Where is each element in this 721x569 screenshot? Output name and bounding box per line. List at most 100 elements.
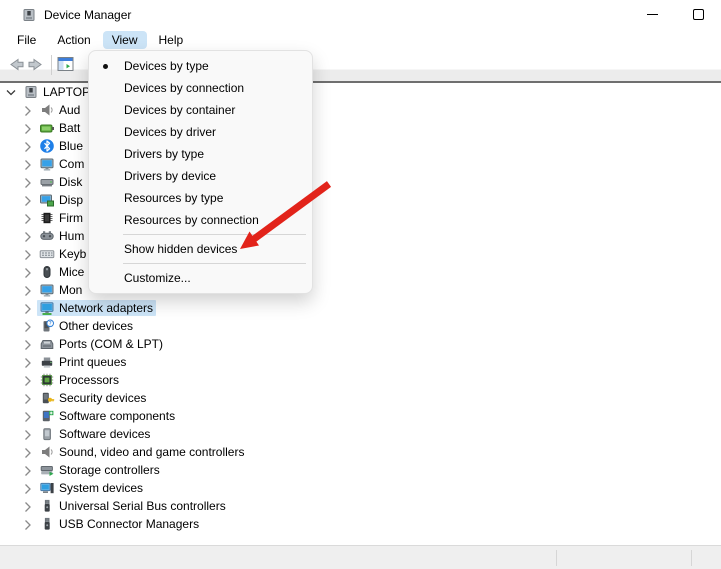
chevron-right-icon[interactable] <box>20 247 34 261</box>
menu-file[interactable]: File <box>8 31 45 49</box>
tree-row-content[interactable]: System devices <box>37 480 146 496</box>
tree-row-content[interactable]: Print queues <box>37 354 129 370</box>
chevron-right-icon[interactable] <box>20 283 34 297</box>
chevron-right-icon[interactable] <box>20 301 34 315</box>
tree-row-content[interactable]: Security devices <box>37 390 149 406</box>
tree-label: System devices <box>59 481 143 495</box>
tree-row[interactable]: ?Other devices <box>0 317 721 335</box>
maximize-icon <box>693 9 704 20</box>
tree-row[interactable]: Print queues <box>0 353 721 371</box>
tree-row-content[interactable]: Processors <box>37 372 122 388</box>
show-console-tree-button[interactable] <box>57 56 77 73</box>
view-menu-item[interactable]: Devices by container <box>89 99 312 121</box>
chevron-right-icon[interactable] <box>20 373 34 387</box>
chevron-right-icon[interactable] <box>20 481 34 495</box>
chevron-right-icon[interactable] <box>20 409 34 423</box>
tree-row[interactable]: Sound, video and game controllers <box>0 443 721 461</box>
device-manager-icon <box>21 7 37 23</box>
tree-row[interactable]: Software devices <box>0 425 721 443</box>
menu-item-label: Customize... <box>124 271 191 285</box>
audio-icon <box>39 444 55 460</box>
forward-button[interactable] <box>27 56 47 73</box>
tree-label: Blue <box>59 139 83 153</box>
view-menu-item[interactable]: Drivers by device <box>89 165 312 187</box>
tree-row[interactable]: Security devices <box>0 389 721 407</box>
view-menu-item[interactable]: Resources by connection <box>89 209 312 231</box>
chevron-right-icon[interactable] <box>20 139 34 153</box>
tree-row[interactable]: Network adapters <box>0 299 721 317</box>
chevron-right-icon[interactable] <box>20 121 34 135</box>
tree-row-content[interactable]: Software devices <box>37 426 153 442</box>
chevron-right-icon[interactable] <box>20 391 34 405</box>
status-bar <box>0 545 721 569</box>
chevron-right-icon[interactable] <box>20 445 34 459</box>
chevron-right-icon[interactable] <box>20 229 34 243</box>
menu-item-label: Show hidden devices <box>124 242 237 256</box>
tree-row[interactable]: System devices <box>0 479 721 497</box>
tree-row-content[interactable]: Mon <box>37 282 85 298</box>
back-button[interactable] <box>5 56 25 73</box>
chevron-right-icon[interactable] <box>20 211 34 225</box>
chevron-right-icon[interactable] <box>20 103 34 117</box>
tree-label: Ports (COM & LPT) <box>59 337 163 351</box>
menu-item-label: Devices by connection <box>124 81 244 95</box>
tree-label: Disk <box>59 175 82 189</box>
view-menu-item[interactable]: Devices by driver <box>89 121 312 143</box>
tree-row[interactable]: Storage controllers <box>0 461 721 479</box>
chevron-right-icon[interactable] <box>20 193 34 207</box>
tree-row-content[interactable]: Sound, video and game controllers <box>37 444 247 460</box>
tree-row-content[interactable]: Keyb <box>37 246 89 262</box>
tree-row-content[interactable]: LAPTOP <box>21 84 93 100</box>
tree-row-content[interactable]: Storage controllers <box>37 462 163 478</box>
minimize-button[interactable] <box>629 0 675 29</box>
tree-row-selected-content[interactable]: Network adapters <box>37 300 156 316</box>
tree-row[interactable]: Universal Serial Bus controllers <box>0 497 721 515</box>
tree-label: Print queues <box>59 355 126 369</box>
menu-separator <box>123 263 306 264</box>
tree-row-content[interactable]: ?Other devices <box>37 318 136 334</box>
storage-icon <box>39 462 55 478</box>
tree-row-content[interactable]: Com <box>37 156 87 172</box>
tree-row[interactable]: Processors <box>0 371 721 389</box>
monitor-icon <box>39 156 55 172</box>
chevron-right-icon[interactable] <box>20 355 34 369</box>
tree-row-content[interactable]: Universal Serial Bus controllers <box>37 498 229 514</box>
chevron-down-icon[interactable] <box>4 85 18 99</box>
menu-action[interactable]: Action <box>48 31 99 49</box>
chevron-right-icon[interactable] <box>20 265 34 279</box>
chevron-right-icon[interactable] <box>20 499 34 513</box>
view-menu-item[interactable]: Devices by connection <box>89 77 312 99</box>
tree-row-content[interactable]: Aud <box>37 102 83 118</box>
menu-help[interactable]: Help <box>150 31 193 49</box>
view-menu-item[interactable]: Customize... <box>89 267 312 289</box>
chevron-right-icon[interactable] <box>20 337 34 351</box>
view-menu-item[interactable]: Resources by type <box>89 187 312 209</box>
maximize-button[interactable] <box>675 0 721 29</box>
tree-row-content[interactable]: Batt <box>37 120 83 136</box>
tree-row-content[interactable]: Disk <box>37 174 85 190</box>
tree-row-content[interactable]: Disp <box>37 192 86 208</box>
menu-view[interactable]: View <box>103 31 147 49</box>
tree-row-content[interactable]: Ports (COM & LPT) <box>37 336 166 352</box>
tree-row[interactable]: Ports (COM & LPT) <box>0 335 721 353</box>
view-menu-item[interactable]: Show hidden devices <box>89 238 312 260</box>
tree-row-content[interactable]: Software components <box>37 408 178 424</box>
view-menu-item[interactable]: Devices by type <box>89 55 312 77</box>
chevron-right-icon[interactable] <box>20 517 34 531</box>
chevron-right-icon[interactable] <box>20 463 34 477</box>
tree-row-content[interactable]: Firm <box>37 210 86 226</box>
tree-row-content[interactable]: Mice <box>37 264 87 280</box>
menu-item-label: Devices by type <box>124 59 209 73</box>
chevron-right-icon[interactable] <box>20 319 34 333</box>
chevron-right-icon[interactable] <box>20 427 34 441</box>
view-menu-item[interactable]: Drivers by type <box>89 143 312 165</box>
chevron-right-icon[interactable] <box>20 157 34 171</box>
tree-label: Mon <box>59 283 82 297</box>
tree-row-content[interactable]: Hum <box>37 228 87 244</box>
tree-row[interactable]: Software components <box>0 407 721 425</box>
tree-row-content[interactable]: Blue <box>37 138 86 154</box>
tree-row[interactable]: USB Connector Managers <box>0 515 721 533</box>
tree-row-content[interactable]: USB Connector Managers <box>37 516 202 532</box>
chevron-right-icon[interactable] <box>20 175 34 189</box>
tree-label: Storage controllers <box>59 463 160 477</box>
